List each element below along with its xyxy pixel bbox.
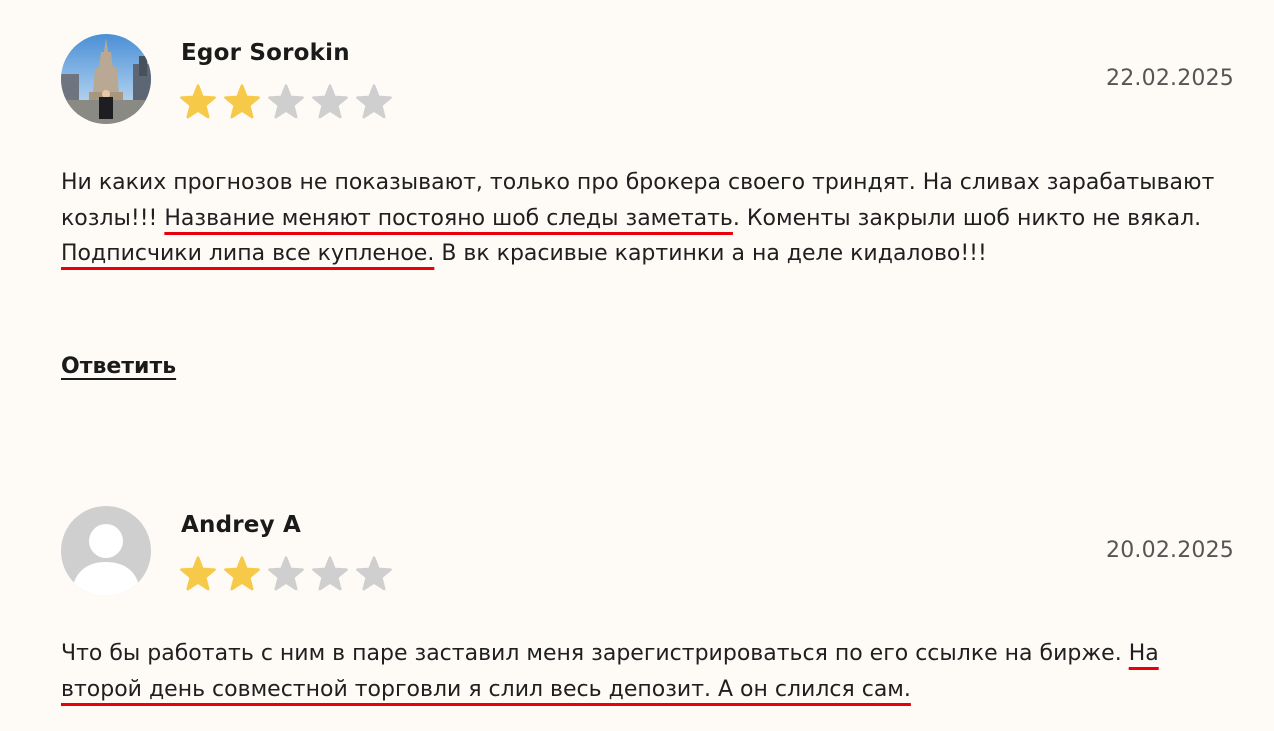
- star-filled-icon: [180, 84, 216, 119]
- text-segment: Что бы работать с ним в паре заставил ме…: [61, 641, 1129, 666]
- review-date: 20.02.2025: [1106, 538, 1234, 563]
- star-empty-icon: [356, 84, 392, 119]
- star-empty-icon: [268, 556, 304, 591]
- author-name: Egor Sorokin: [181, 40, 350, 66]
- reply-link[interactable]: Ответить: [61, 354, 176, 379]
- review-text: Ни каких прогнозов не показывают, только…: [61, 165, 1241, 272]
- highlighted-text: Название меняют постояно шоб следы замет…: [164, 205, 733, 231]
- star-empty-icon: [312, 556, 348, 591]
- review-text: Что бы работать с ним в паре заставил ме…: [61, 636, 1241, 707]
- author-name: Andrey A: [181, 512, 301, 538]
- highlighted-text: Подписчики липа все купленое.: [61, 241, 435, 266]
- default-user-icon: [61, 506, 151, 596]
- star-empty-icon: [356, 556, 392, 591]
- text-segment: . Коменты закрыли шоб никто не вякал.: [732, 205, 1202, 231]
- avatar: [61, 506, 151, 596]
- star-rating: [180, 556, 396, 592]
- avatar: [61, 34, 151, 124]
- star-filled-icon: [180, 556, 216, 591]
- text-segment: В вк красивые картинки а на деле кидалов…: [434, 241, 987, 266]
- star-empty-icon: [268, 84, 304, 119]
- star-filled-icon: [224, 556, 260, 591]
- review-date: 22.02.2025: [1106, 66, 1234, 91]
- star-empty-icon: [312, 84, 348, 119]
- avatar-photo-icon: [61, 34, 151, 124]
- star-filled-icon: [224, 84, 260, 119]
- star-rating: [180, 84, 396, 120]
